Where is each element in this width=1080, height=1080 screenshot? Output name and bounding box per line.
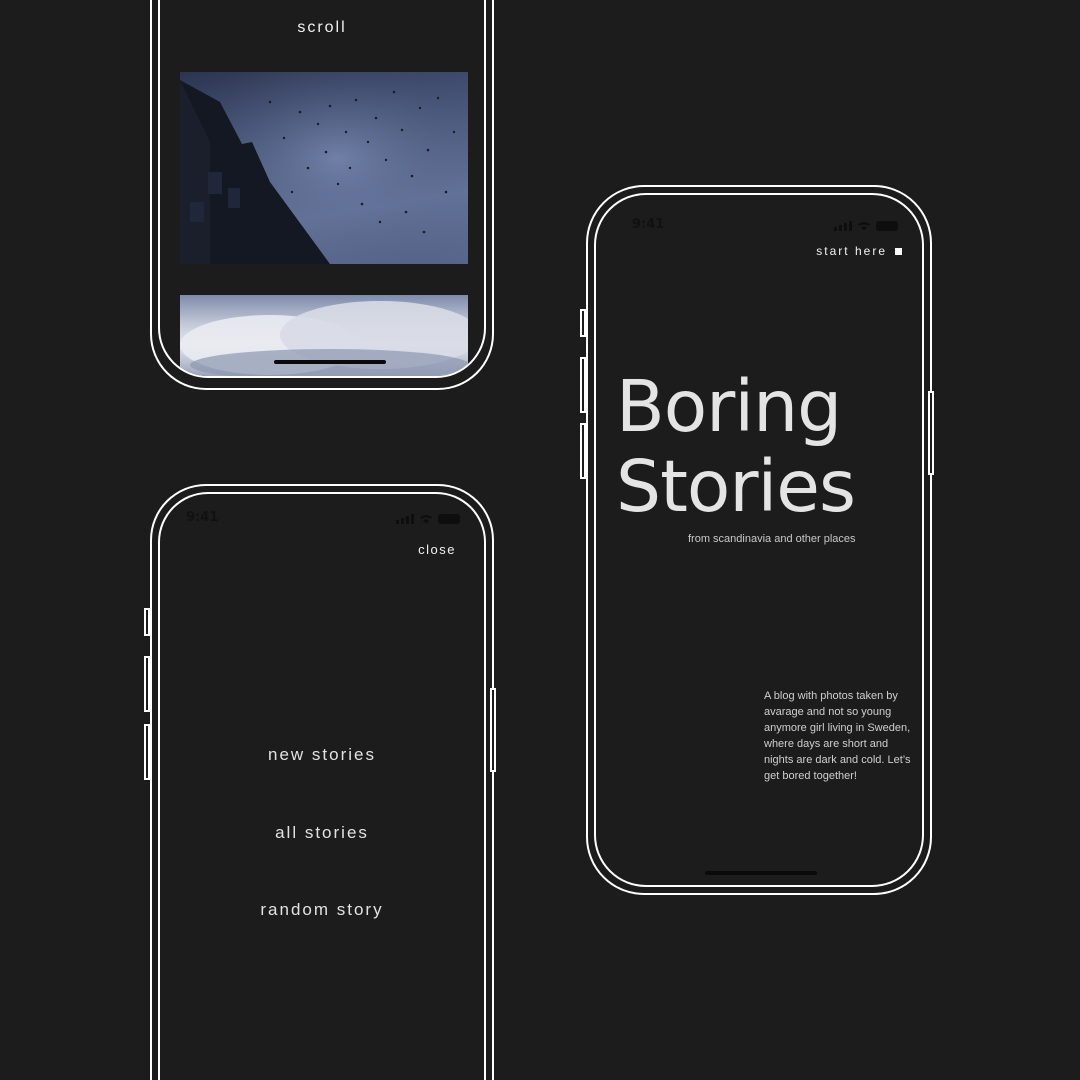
- status-time: 9:41: [632, 217, 665, 232]
- photo-clouds[interactable]: [180, 295, 468, 376]
- volume-down-button: [144, 724, 150, 780]
- menu-item-all-stories[interactable]: all stories: [160, 823, 484, 843]
- power-button: [490, 688, 496, 772]
- volume-up-button: [144, 656, 150, 712]
- wifi-icon: [857, 221, 871, 231]
- square-icon: [895, 247, 902, 255]
- signal-icon: [396, 514, 414, 524]
- photo-sky-birds-image: [180, 72, 468, 264]
- signal-icon: [834, 221, 852, 231]
- status-icons: [396, 514, 460, 524]
- scroll-label: scroll: [297, 19, 347, 36]
- status-time: 9:41: [186, 510, 219, 525]
- site-title-line-2: Stories: [616, 445, 856, 528]
- site-title: Boring Stories: [616, 365, 856, 528]
- phone-menu-screen: 9:41 close new stories all stories rando…: [144, 484, 496, 1080]
- volume-down-button: [580, 423, 586, 479]
- wifi-icon: [419, 514, 433, 524]
- close-button[interactable]: close: [418, 542, 456, 557]
- phone-scroll-screen: scroll: [150, 0, 494, 390]
- photo-clouds-image: [180, 301, 468, 376]
- phone-landing-display: 9:41 start here Boring Stories from scan…: [594, 193, 924, 887]
- phone-menu-display: 9:41 close new stories all stories rando…: [158, 492, 486, 1080]
- phone-scroll-display[interactable]: scroll: [158, 0, 486, 378]
- phone-landing-screen: 9:41 start here Boring Stories from scan…: [580, 185, 934, 895]
- site-subtitle: from scandinavia and other places: [688, 533, 856, 545]
- start-here-link[interactable]: start here: [816, 244, 902, 258]
- mute-switch: [580, 309, 586, 337]
- status-icons: [834, 221, 898, 231]
- home-indicator: [274, 360, 386, 364]
- power-button: [928, 391, 934, 475]
- battery-icon: [438, 514, 460, 524]
- start-here-label: start here: [816, 244, 887, 258]
- site-title-line-1: Boring: [616, 365, 842, 448]
- site-description: A blog with photos taken by avarage and …: [764, 690, 911, 782]
- mockup-canvas: scroll 9:41 close new stories all storie…: [0, 0, 1080, 1080]
- volume-up-button: [580, 357, 586, 413]
- battery-icon: [876, 221, 898, 231]
- photo-sky-birds[interactable]: [180, 72, 468, 264]
- home-indicator: [705, 871, 817, 875]
- mute-switch: [144, 608, 150, 636]
- menu-item-random-story[interactable]: random story: [160, 900, 484, 920]
- menu-item-new-stories[interactable]: new stories: [160, 745, 484, 765]
